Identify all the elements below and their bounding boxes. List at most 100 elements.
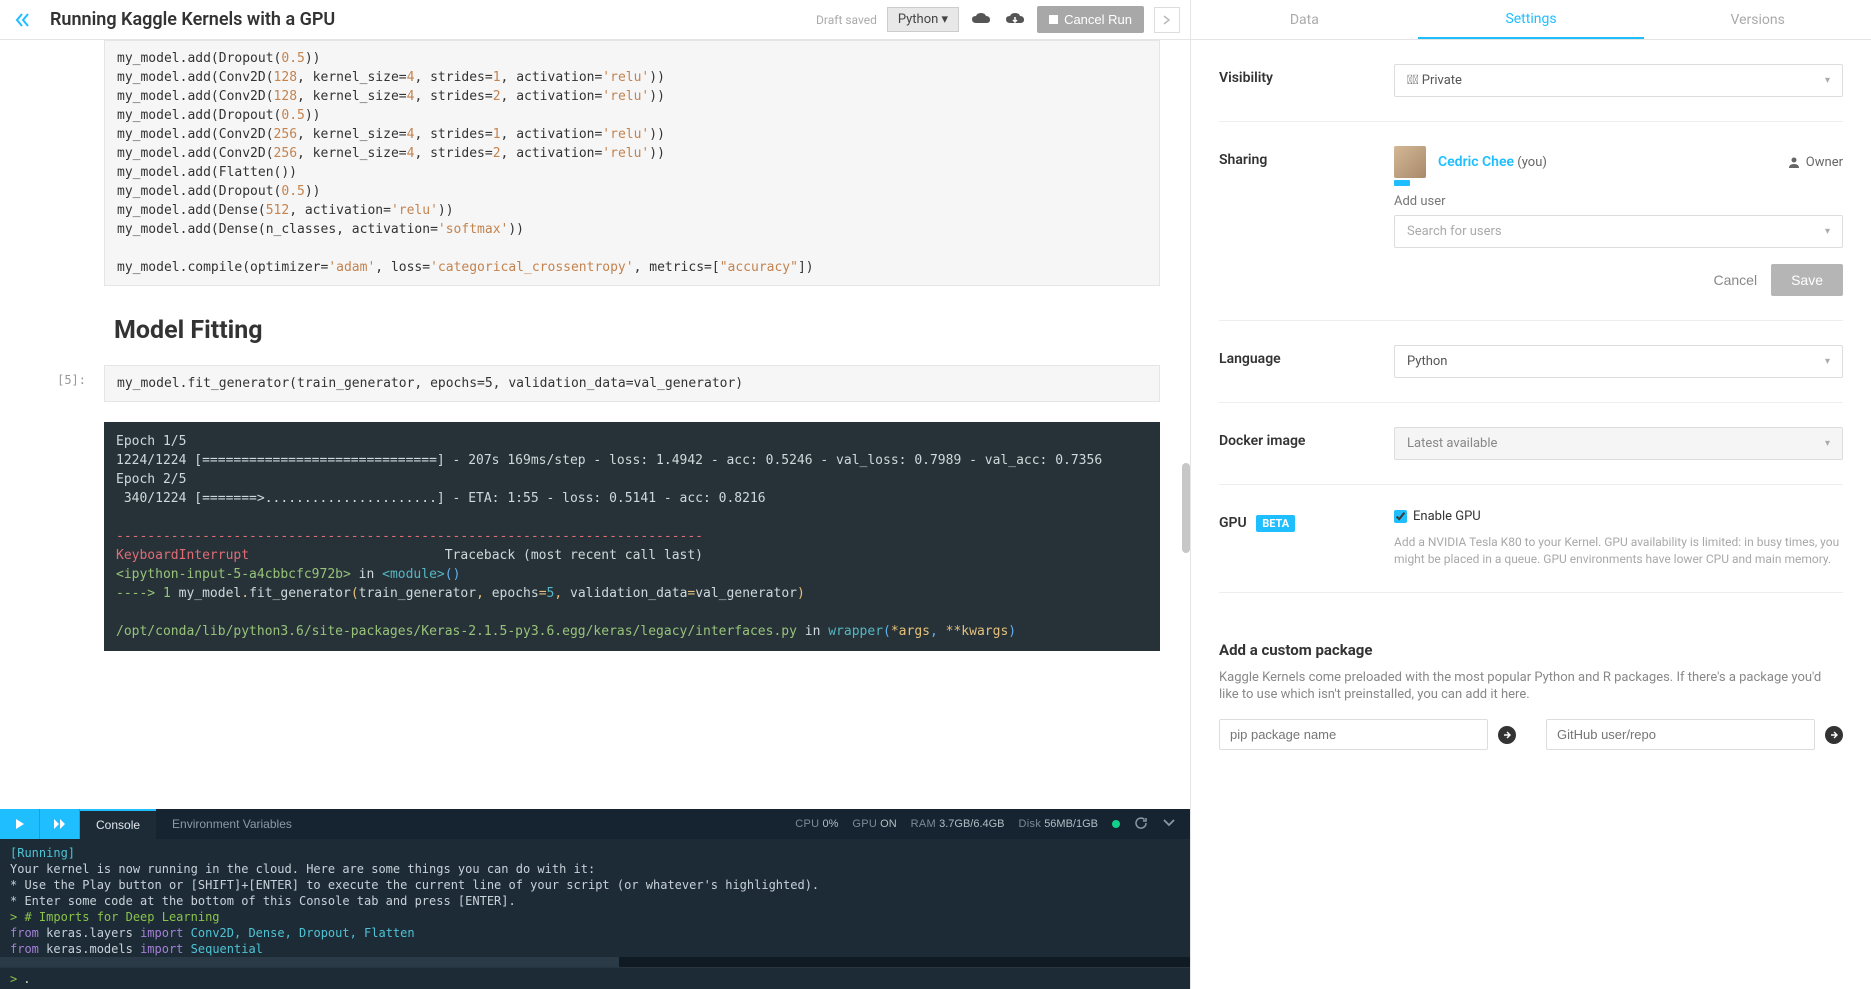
console-prompt: > <box>10 972 17 986</box>
save-button[interactable]: Save <box>1771 264 1843 296</box>
tab-versions[interactable]: Versions <box>1644 0 1871 39</box>
docker-value: Latest available <box>1407 436 1497 451</box>
visibility-label: Visibility <box>1219 64 1394 86</box>
topbar: Running Kaggle Kernels with a GPU Draft … <box>0 0 1190 40</box>
arrow-right-icon <box>1503 731 1511 739</box>
disk-label: Disk <box>1019 818 1042 830</box>
cpu-value: 0% <box>822 818 838 830</box>
owner-label: Owner <box>1788 155 1843 170</box>
console-panel: Console Environment Variables CPU 0% GPU… <box>0 809 1190 989</box>
next-button[interactable] <box>1154 7 1180 33</box>
gpu-checkbox-label: Enable GPU <box>1413 509 1481 524</box>
run-all-button[interactable] <box>40 809 80 839</box>
cell-prompt-5: [5]: <box>24 365 104 422</box>
draft-saved-status: Draft saved <box>816 13 877 27</box>
code-cell-model-build[interactable]: my_model.add(Dropout(0.5)) my_model.add(… <box>104 40 1160 286</box>
language-value: Python <box>1407 354 1447 369</box>
code-content: my_model.fit_generator(train_generator, … <box>105 366 1159 401</box>
console-tab-env-vars[interactable]: Environment Variables <box>156 809 308 839</box>
status-indicator-icon <box>1112 820 1120 828</box>
collapse-sidebar-button[interactable] <box>10 7 36 33</box>
scrollbar-thumb[interactable] <box>1182 463 1190 553</box>
console-input-row[interactable]: > . <box>0 967 1190 989</box>
console-line: * Enter some code at the bottom of this … <box>10 893 1180 909</box>
visibility-dropdown[interactable]: 👁⃠ Private ▾ <box>1394 64 1843 97</box>
gpu-checkbox-input[interactable] <box>1394 510 1407 523</box>
chevron-down-icon: ▾ <box>1825 438 1830 449</box>
custom-package-heading: Add a custom package <box>1219 641 1843 659</box>
setting-docker: Docker image Latest available ▾ <box>1219 403 1843 485</box>
chevron-right-icon <box>1163 15 1171 25</box>
language-selector[interactable]: Python ▾ <box>887 7 959 32</box>
search-placeholder: Search for users <box>1407 224 1502 239</box>
ram-value: 3.7GB/6.4GB <box>939 818 1004 830</box>
github-repo-input[interactable] <box>1546 719 1815 750</box>
console-scrollbar[interactable] <box>0 957 1190 967</box>
chevrons-left-icon <box>15 13 31 27</box>
code-content: my_model.add(Dropout(0.5)) my_model.add(… <box>105 41 1159 285</box>
docker-label: Docker image <box>1219 427 1394 449</box>
notebook-area[interactable]: my_model.add(Dropout(0.5)) my_model.add(… <box>0 40 1190 809</box>
gpu-label: GPU <box>852 818 877 830</box>
you-label: (you) <box>1514 155 1547 170</box>
user-icon <box>1788 156 1800 168</box>
setting-custom-package: Add a custom package Kaggle Kernels come… <box>1219 593 1843 774</box>
gpu-value: ON <box>880 818 897 830</box>
search-users-dropdown[interactable]: Search for users ▾ <box>1394 215 1843 248</box>
user-name-link[interactable]: Cedric Chee <box>1438 154 1514 170</box>
play-icon <box>15 818 25 830</box>
cpu-label: CPU <box>795 818 819 830</box>
language-label: Language <box>1219 345 1394 367</box>
add-github-package-button[interactable] <box>1825 726 1843 744</box>
cancel-run-label: Cancel Run <box>1064 12 1132 27</box>
kernel-title[interactable]: Running Kaggle Kernels with a GPU <box>50 9 335 30</box>
tab-data[interactable]: Data <box>1191 0 1418 39</box>
console-line: Your kernel is now running in the cloud.… <box>10 861 1180 877</box>
beta-badge: BETA <box>1256 515 1295 532</box>
tab-settings[interactable]: Settings <box>1418 0 1645 39</box>
cloud-download-icon <box>1005 13 1025 27</box>
setting-gpu: GPU BETA Enable GPU Add a NVIDIA Tesla K… <box>1219 485 1843 593</box>
cloud-download-button[interactable] <box>1003 8 1027 32</box>
language-dropdown[interactable]: Python ▾ <box>1394 345 1843 378</box>
custom-package-help: Kaggle Kernels come preloaded with the m… <box>1219 669 1843 703</box>
enable-gpu-checkbox[interactable]: Enable GPU <box>1394 509 1843 524</box>
cell-output: Epoch 1/5 1224/1224 [===================… <box>104 422 1160 651</box>
stop-icon <box>1049 15 1058 24</box>
refresh-icon <box>1134 816 1148 830</box>
console-line: from keras.layers import Conv2D, Dense, … <box>10 925 1180 941</box>
chevron-down-icon <box>1162 818 1176 828</box>
docker-dropdown[interactable]: Latest available ▾ <box>1394 427 1843 460</box>
console-output[interactable]: [Running] Your kernel is now running in … <box>0 839 1190 957</box>
console-stats: CPU 0% GPU ON RAM 3.7GB/6.4GB Disk 56MB/… <box>795 816 1190 833</box>
markdown-heading-model-fitting: Model Fitting <box>114 316 1166 345</box>
console-line: from keras.models import Sequential <box>10 941 1180 957</box>
cloud-upload-button[interactable] <box>969 8 993 32</box>
eye-slash-icon: 👁⃠ <box>1407 73 1419 88</box>
console-line: [Running] <box>10 845 1180 861</box>
chevron-down-icon: ▾ <box>1825 75 1830 86</box>
visibility-value: Private <box>1422 73 1462 88</box>
add-pip-package-button[interactable] <box>1498 726 1516 744</box>
console-header: Console Environment Variables CPU 0% GPU… <box>0 809 1190 839</box>
arrow-right-icon <box>1830 731 1838 739</box>
setting-visibility: Visibility 👁⃠ Private ▾ <box>1219 40 1843 122</box>
console-tab-console[interactable]: Console <box>80 809 156 839</box>
code-cell-fit[interactable]: my_model.fit_generator(train_generator, … <box>104 365 1160 402</box>
sharing-label: Sharing <box>1219 146 1394 168</box>
run-button[interactable] <box>0 809 40 839</box>
side-tabs: Data Settings Versions <box>1191 0 1871 40</box>
avatar[interactable] <box>1394 146 1426 178</box>
pip-package-input[interactable] <box>1219 719 1488 750</box>
scrollbar-thumb[interactable] <box>0 957 619 967</box>
settings-panel: Data Settings Versions Visibility 👁⃠ Pri… <box>1191 0 1871 989</box>
gpu-help-text: Add a NVIDIA Tesla K80 to your Kernel. G… <box>1394 534 1843 568</box>
refresh-button[interactable] <box>1134 816 1148 833</box>
cancel-button[interactable]: Cancel <box>1713 272 1757 288</box>
cancel-run-button[interactable]: Cancel Run <box>1037 6 1144 33</box>
disk-value: 56MB/1GB <box>1044 818 1098 830</box>
setting-sharing: Sharing Cedric Chee (you) Owner Add user… <box>1219 122 1843 321</box>
notebook-scrollbar[interactable] <box>1182 40 1190 809</box>
collapse-console-button[interactable] <box>1162 818 1176 831</box>
console-line: > # Imports for Deep Learning <box>10 909 1180 925</box>
